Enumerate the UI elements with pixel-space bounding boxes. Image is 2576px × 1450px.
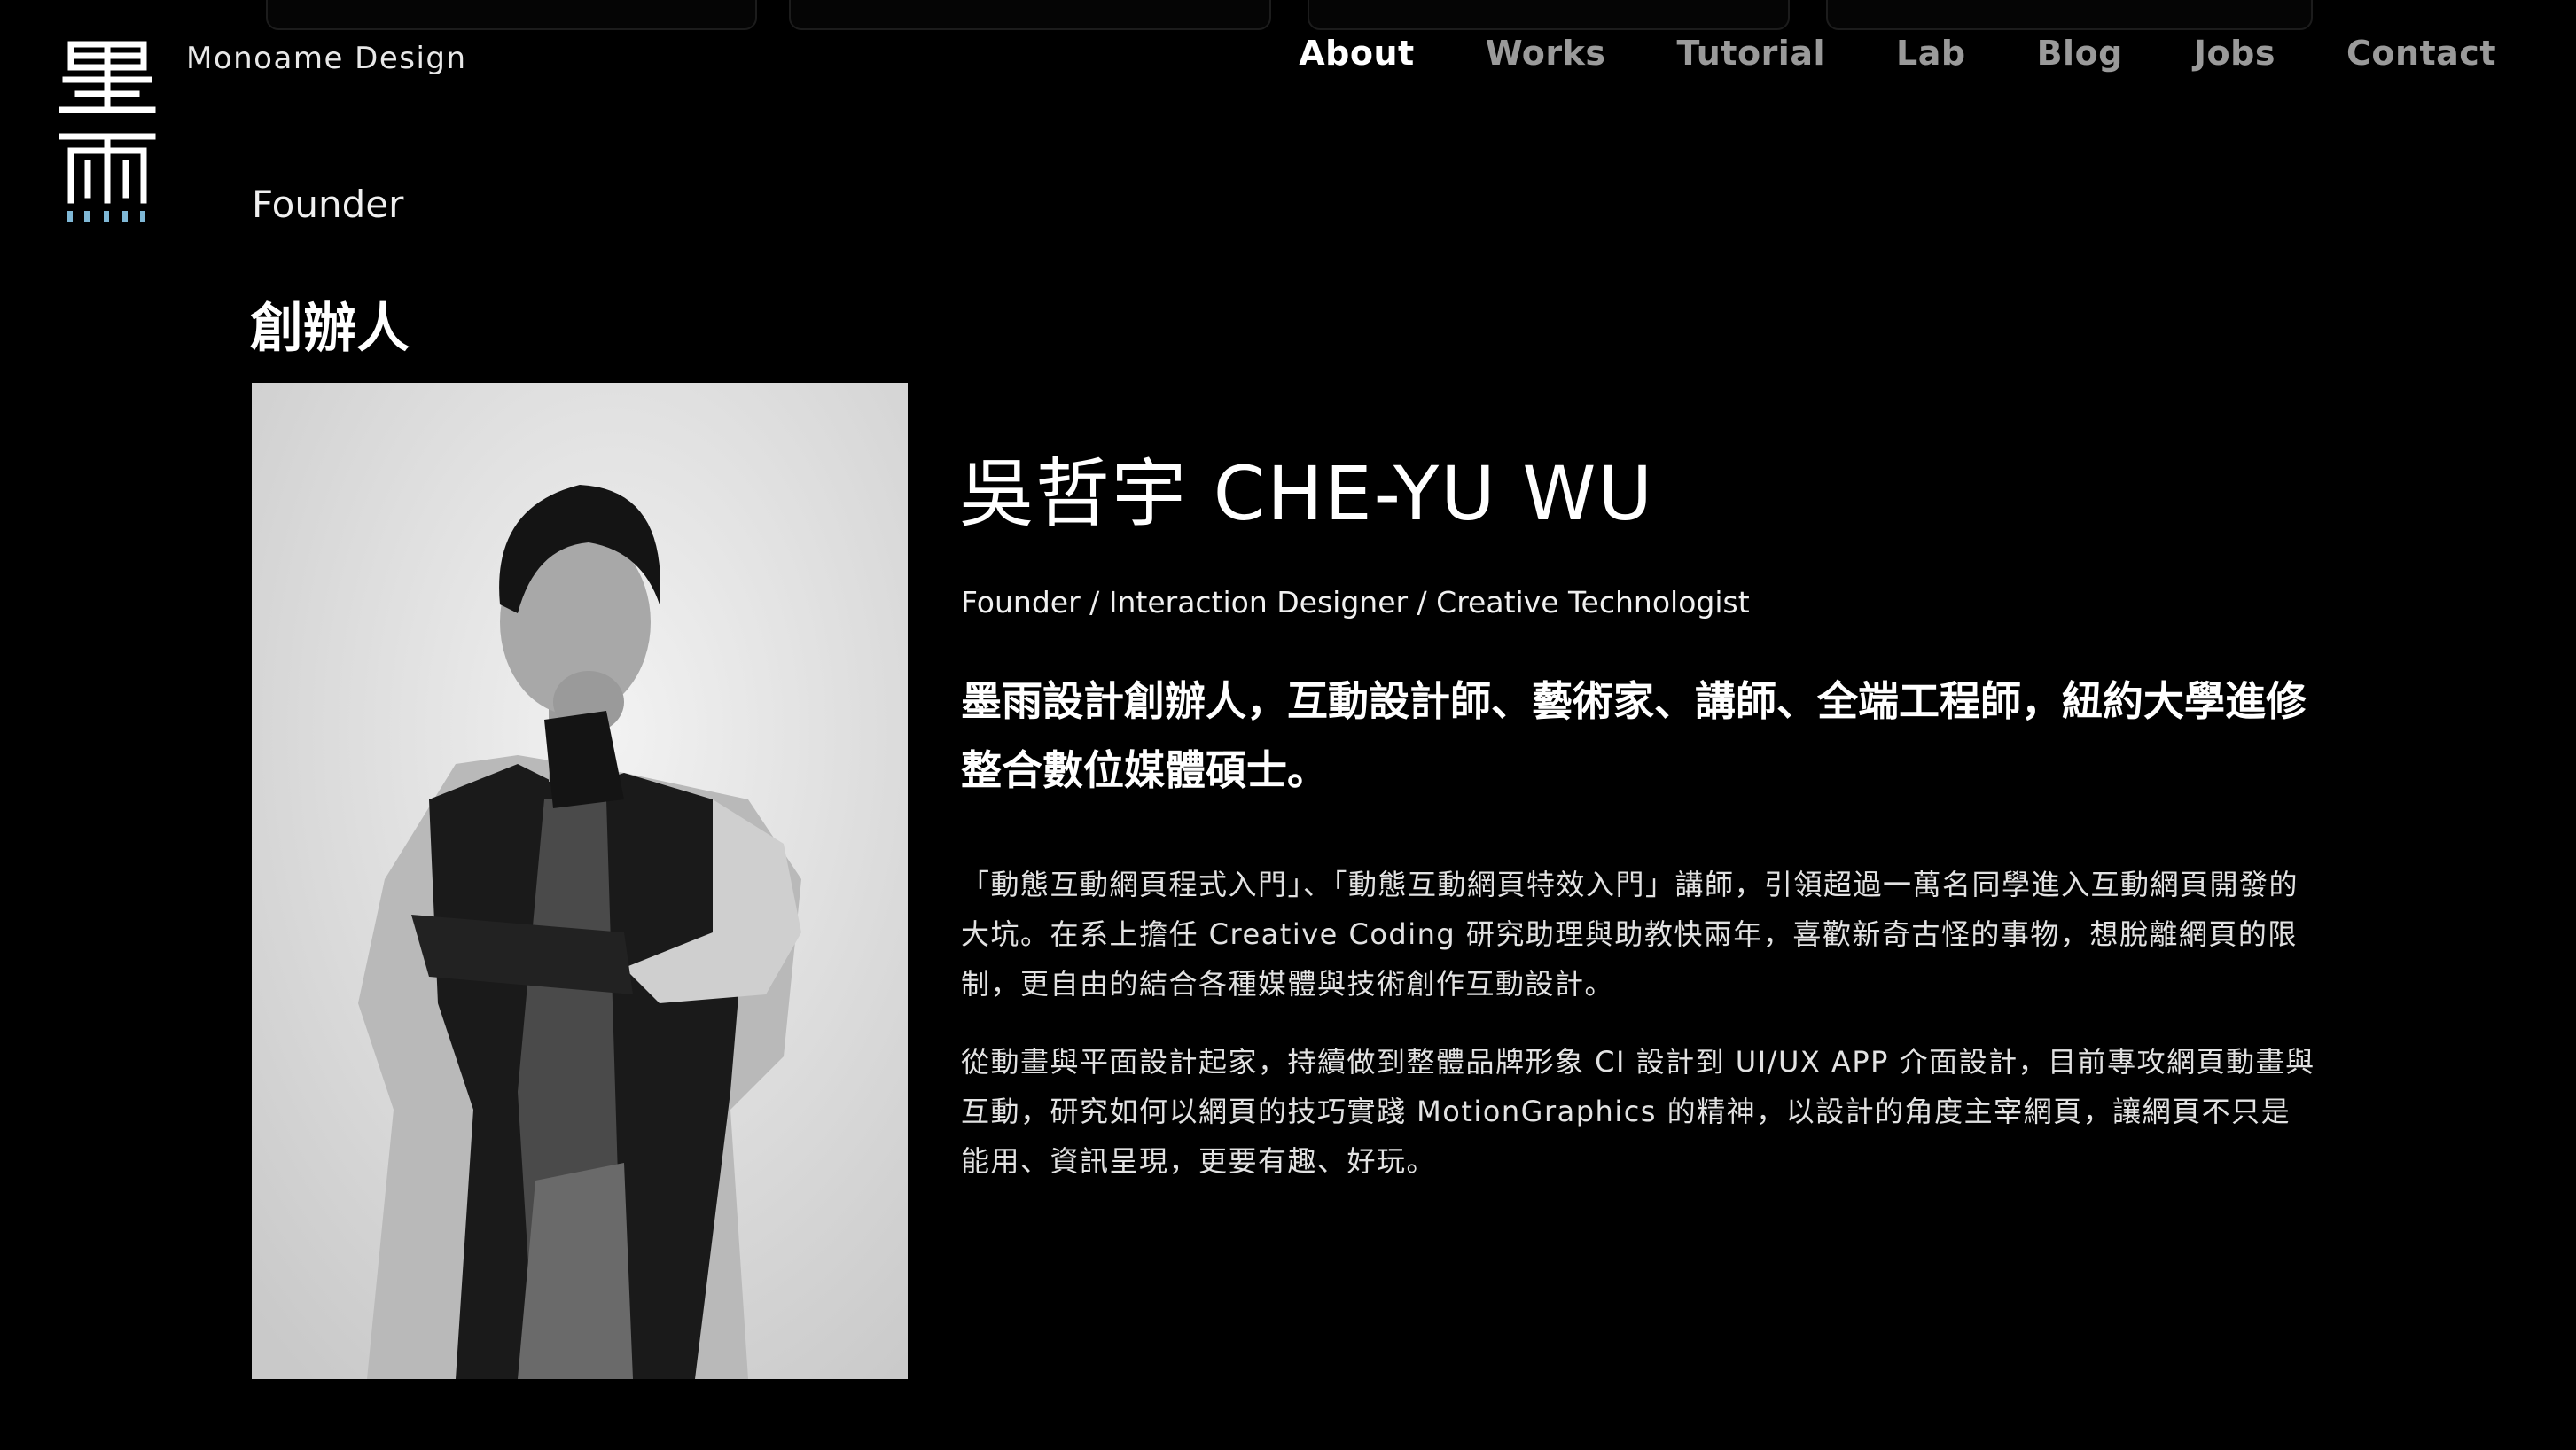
nav-item-works[interactable]: Works (1486, 34, 1606, 73)
background-card (1308, 0, 1790, 30)
founder-roles: Founder / Interaction Designer / Creativ… (961, 585, 1750, 620)
brand-name[interactable]: Monoame Design (186, 41, 467, 76)
nav-item-blog[interactable]: Blog (2037, 34, 2123, 73)
bio-paragraph: 「動態互動網頁程式入門」、「動態互動網頁特效入門」講師，引領超過一萬名同學進入互… (961, 868, 2299, 1001)
main-nav: About Works Tutorial Lab Blog Jobs Conta… (1228, 34, 2496, 73)
background-card (266, 0, 757, 30)
bio-paragraph: 從動畫與平面設計起家，持續做到整體品牌形象 CI 設計到 UI/UX APP 介… (961, 1045, 2315, 1178)
portrait-image (252, 383, 908, 1379)
section-label: Founder (252, 183, 404, 226)
nav-item-lab[interactable]: Lab (1896, 34, 1966, 73)
site-logo[interactable] (59, 39, 156, 227)
founder-portrait (252, 383, 908, 1379)
page: Monoame Design About Works Tutorial Lab … (0, 0, 2576, 1450)
nav-item-about[interactable]: About (1299, 34, 1414, 73)
nav-item-tutorial[interactable]: Tutorial (1677, 34, 1826, 73)
section-title: 創辦人 (250, 298, 410, 360)
founder-name: 吳哲宇 CHE-YU WU (959, 450, 1654, 537)
background-card (789, 0, 1271, 30)
logo-mark-icon (59, 41, 156, 222)
founder-lead: 墨雨設計創辦人，互動設計師、藝術家、講師、全端工程師，紐約大學進修整合數位媒體碩… (961, 677, 2307, 794)
background-card (1826, 0, 2313, 30)
nav-item-jobs[interactable]: Jobs (2194, 34, 2275, 73)
nav-item-contact[interactable]: Contact (2346, 34, 2496, 73)
